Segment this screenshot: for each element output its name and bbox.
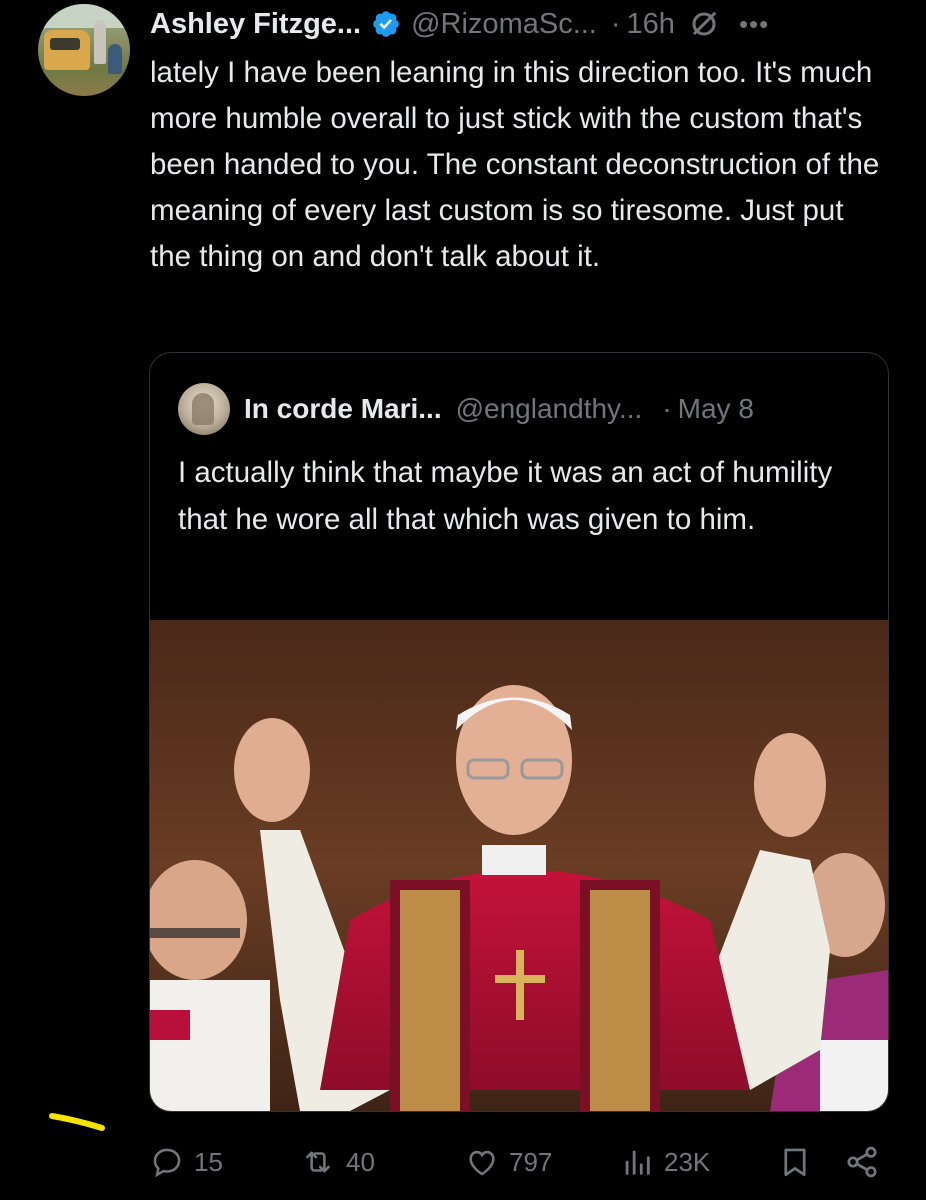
author-handle[interactable]: @RizomaSc... <box>411 8 597 41</box>
author-name[interactable]: Ashley Fitzge... <box>150 8 361 41</box>
separator-dot: · <box>662 393 672 424</box>
tweet-text: lately I have been leaning in this direc… <box>150 56 880 273</box>
tweet-time[interactable]: 16h <box>627 8 675 41</box>
grok-icon[interactable] <box>689 9 719 39</box>
quoted-tweet-photo[interactable] <box>150 620 888 1111</box>
separator-dot: · <box>610 7 621 40</box>
quoted-author-avatar[interactable] <box>178 383 230 435</box>
share-icon <box>847 1146 877 1178</box>
photo-illustration <box>150 620 888 1111</box>
more-icon[interactable]: ••• <box>739 9 769 40</box>
quoted-tweet-header: In corde Mari... @englandthy... · May 8 <box>178 383 754 435</box>
like-icon <box>469 1150 495 1176</box>
views-icon <box>625 1150 650 1175</box>
reply-button[interactable]: 15 <box>150 1138 223 1186</box>
reply-icon <box>153 1148 181 1178</box>
author-avatar[interactable] <box>38 4 130 96</box>
repost-icon <box>306 1151 330 1173</box>
quoted-tweet[interactable]: In corde Mari... @englandthy... · May 8 … <box>149 352 889 1112</box>
quoted-author-name[interactable]: In corde Mari... <box>244 393 442 425</box>
share-button[interactable] <box>844 1138 880 1186</box>
like-count: 797 <box>509 1146 553 1177</box>
views-count: 23K <box>664 1146 711 1177</box>
quoted-author-handle[interactable]: @englandthy... <box>456 393 643 425</box>
quoted-tweet-time[interactable]: May 8 <box>678 393 754 425</box>
verified-badge-icon <box>373 11 399 37</box>
reply-count: 15 <box>194 1146 223 1177</box>
highlight-mark <box>49 1113 105 1131</box>
tweet-header: Ashley Fitzge... @RizomaSc... · 16h ••• <box>150 4 769 44</box>
quoted-tweet-text: I actually think that maybe it was an ac… <box>178 456 833 536</box>
bookmark-button[interactable] <box>778 1138 812 1186</box>
action-bar: 15 40 797 23K <box>150 1138 890 1186</box>
views-button[interactable]: 23K <box>620 1138 710 1186</box>
repost-button[interactable]: 40 <box>300 1138 375 1186</box>
like-button[interactable]: 797 <box>465 1138 552 1186</box>
bookmark-icon <box>784 1148 806 1177</box>
repost-count: 40 <box>346 1146 375 1177</box>
